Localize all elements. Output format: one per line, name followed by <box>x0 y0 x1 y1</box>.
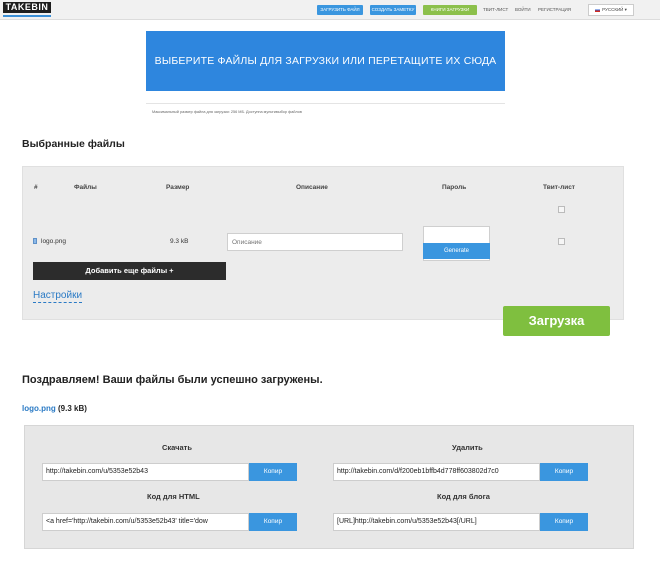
column-header-size: Размер <box>166 184 190 191</box>
books-nav-button[interactable]: КНИГИ ЗАГРУЗКИ <box>423 5 477 15</box>
success-title: Поздравляем! Ваши файлы были успешно заг… <box>22 374 323 386</box>
html-code-label: Код для HTML <box>147 492 200 501</box>
copy-blog-button[interactable]: Копир <box>540 513 588 531</box>
uploaded-file-size: (9.3 kB) <box>58 404 87 413</box>
logo-text: TAKEBIN <box>3 2 51 13</box>
uploaded-file-link[interactable]: logo.png <box>22 404 56 413</box>
download-label: Скачать <box>162 443 192 452</box>
top-navigation-bar: TAKEBIN ЗАГРУЗИТЬ ФАЙЛ СОЗДАТЬ ЗАМЕТКУ К… <box>0 0 660 20</box>
blog-code-field[interactable]: [URL]http://takebin.com/u/5353e52b43[/UR… <box>333 513 540 531</box>
generate-password-button[interactable]: Generate <box>423 243 490 259</box>
tweet-all-checkbox[interactable] <box>558 206 565 213</box>
delete-label: Удалить <box>452 443 483 452</box>
upload-limit-note: Максимальный размер файла для загрузки: … <box>152 110 302 114</box>
copy-download-button[interactable]: Копир <box>249 463 297 481</box>
file-size: 9.3 kB <box>170 238 189 245</box>
column-header-files: Файлы <box>74 184 97 191</box>
russian-flag-icon <box>595 7 601 12</box>
copy-html-button[interactable]: Копир <box>249 513 297 531</box>
delete-link-field[interactable]: http://takebin.com/d/f200eb1bffb4d778ff6… <box>333 463 540 481</box>
column-header-password: Пароль <box>442 184 467 191</box>
tweet-file-checkbox[interactable] <box>558 238 565 245</box>
add-more-files-button[interactable]: Добавить еще файлы + <box>33 262 226 280</box>
settings-link[interactable]: Настройки <box>33 290 83 303</box>
file-icon <box>33 238 37 244</box>
login-link[interactable]: ВОЙТИ <box>515 5 531 15</box>
file-name: logo.png <box>41 238 66 245</box>
divider <box>146 103 505 104</box>
column-header-number: # <box>34 184 38 191</box>
blog-code-label: Код для блога <box>437 492 490 501</box>
takebin-logo[interactable]: TAKEBIN <box>3 2 51 17</box>
logo-underline <box>3 13 51 17</box>
upload-file-nav-button[interactable]: ЗАГРУЗИТЬ ФАЙЛ <box>317 5 363 15</box>
create-note-nav-button[interactable]: СОЗДАТЬ ЗАМЕТКУ <box>370 5 416 15</box>
register-link[interactable]: РЕГИСТРАЦИЯ <box>538 5 571 15</box>
tweet-list-link[interactable]: ТВИТ-ЛИСТ <box>483 5 508 15</box>
description-input[interactable] <box>227 233 403 251</box>
download-link-field[interactable]: http://takebin.com/u/5353e52b43 <box>42 463 249 481</box>
language-selector[interactable]: РУССКИЙ ▾ <box>588 4 634 16</box>
language-label: РУССКИЙ ▾ <box>602 7 627 12</box>
html-code-field[interactable]: <a href='http://takebin.com/u/5353e52b43… <box>42 513 249 531</box>
file-dropzone[interactable]: ВЫБЕРИТЕ ФАЙЛЫ ДЛЯ ЗАГРУЗКИ ИЛИ ПЕРЕТАЩИ… <box>146 31 505 91</box>
column-header-description: Описание <box>296 184 328 191</box>
selected-files-title: Выбранные файлы <box>22 138 125 150</box>
copy-delete-button[interactable]: Копир <box>540 463 588 481</box>
upload-button[interactable]: Загрузка <box>503 306 610 336</box>
column-header-tweet-list: Твит-лист <box>543 184 575 191</box>
uploaded-file-info: logo.png (9.3 kB) <box>22 404 87 413</box>
password-input[interactable] <box>425 227 488 242</box>
